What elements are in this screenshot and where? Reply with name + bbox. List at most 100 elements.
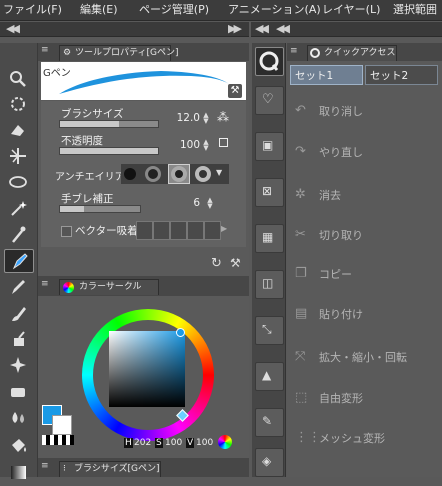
qa-label: 取り消し (319, 105, 363, 118)
grip-icon[interactable]: ≡ (41, 45, 49, 55)
menu-edit[interactable]: 編集(E) (80, 0, 118, 20)
panel-button[interactable]: ◈ (255, 448, 284, 477)
snap-option-icon[interactable] (136, 221, 153, 240)
magic-wand-tool[interactable] (4, 197, 32, 219)
panel-button[interactable]: ♡ (255, 86, 284, 115)
qa-mesh-transform[interactable]: ⋮⋮ メッシュ変形 (289, 427, 442, 449)
gradient-icon (11, 466, 26, 479)
menu-page[interactable]: ページ管理(P) (139, 0, 209, 20)
panel-button[interactable]: ⊠ (255, 178, 284, 207)
sv-cursor[interactable] (176, 328, 185, 337)
menu-layer[interactable]: レイヤー(L) (322, 0, 380, 20)
opacity-fill (60, 148, 158, 154)
spin-icon[interactable]: ▲ ▼ (202, 112, 210, 125)
copy-icon: ❐ (295, 266, 307, 281)
tab-tool-property[interactable]: ⚙ ツールプロパティ[Gペン] (59, 45, 178, 61)
select-tool[interactable] (4, 145, 32, 167)
cube-folder-icon: ◈ (262, 454, 272, 468)
stabilization-value[interactable]: 6 (166, 197, 200, 209)
square-icon[interactable] (219, 138, 228, 147)
wrench-icon[interactable]: ⚒ (230, 256, 241, 270)
set-1-button[interactable]: セット1 (290, 65, 363, 85)
tab-quick-access[interactable]: クイックアクセス (307, 45, 397, 61)
size-link-icon[interactable]: ⁂ (217, 110, 229, 124)
quick-access-button[interactable] (255, 47, 284, 76)
pencil-tool[interactable] (4, 276, 32, 298)
panel-button[interactable]: ▦ (255, 224, 284, 253)
tab-brush-size[interactable]: ⁝ ブラシサイズ[Gペン] (59, 461, 161, 477)
qa-redo[interactable]: ↷ やり直し (289, 141, 442, 163)
panel-button[interactable]: ⤡ (255, 316, 284, 345)
redo-icon: ↷ (295, 144, 306, 159)
stabilization-slider[interactable] (59, 205, 141, 213)
gradient-tool[interactable] (4, 461, 32, 483)
opacity-slider[interactable] (59, 147, 159, 155)
snap-option-icon[interactable] (170, 221, 187, 240)
panel-button[interactable]: ▣ (255, 132, 284, 161)
eraser-tool[interactable] (4, 380, 32, 402)
wrench-icon[interactable]: ⚒ (228, 84, 242, 98)
grip-icon[interactable]: ≡ (41, 461, 49, 471)
collapse-left-icon[interactable]: ◀◀ (276, 22, 290, 36)
eyedropper-tool[interactable] (4, 223, 32, 245)
scissors-icon: ✂ (295, 227, 306, 242)
qa-cut[interactable]: ✂ 切り取り (289, 224, 442, 246)
antialias-mid-icon[interactable] (168, 164, 190, 184)
qa-label: 拡大・縮小・回転 (319, 351, 407, 364)
menu-selection[interactable]: 選択範囲 (393, 0, 437, 20)
decoration-tool[interactable] (4, 354, 32, 376)
brush-tool[interactable] (4, 302, 32, 324)
fill-tool[interactable] (4, 435, 32, 457)
antialias-strong-icon[interactable] (195, 166, 211, 182)
sub-color-swatch[interactable] (52, 415, 72, 435)
snap-option-icon[interactable] (153, 221, 170, 240)
brush-size-fill (60, 121, 119, 127)
vector-snap-checkbox[interactable] (61, 226, 72, 237)
move-tool[interactable] (4, 119, 32, 141)
tab-color-circle[interactable]: カラーサークル (59, 279, 159, 295)
snap-option-icon[interactable] (204, 221, 221, 240)
menu-file[interactable]: ファイル(F) (3, 0, 62, 20)
layer-folder-icon: ◫ (262, 276, 274, 290)
opacity-value[interactable]: 100 (166, 139, 200, 151)
chevron-right-icon[interactable]: ▶ (221, 224, 227, 233)
spin-icon[interactable]: ▲ ▼ (206, 197, 214, 210)
spin-icon[interactable]: ▲ ▼ (202, 139, 210, 152)
panel-button[interactable]: ◫ (255, 270, 284, 299)
grip-icon[interactable]: ≡ (290, 46, 298, 56)
chevron-down-icon[interactable]: ▼ (216, 168, 222, 177)
transparent-color-swatch[interactable] (42, 435, 74, 445)
color-mode-icon[interactable] (218, 435, 232, 449)
zoom-tool[interactable] (4, 67, 32, 89)
collapse-right-icon[interactable]: ▶▶ (228, 22, 242, 36)
lasso-select-tool[interactable] (4, 171, 32, 193)
qa-clear[interactable]: ✲ 消去 (289, 184, 442, 206)
airbrush-tool[interactable] (4, 328, 32, 350)
grip-icon[interactable]: ≡ (41, 279, 49, 289)
collapse-left-icon[interactable]: ◀◀ (255, 22, 269, 36)
qa-undo[interactable]: ↶ 取り消し (289, 100, 442, 122)
antialias-none-icon[interactable] (124, 168, 136, 180)
saturation-value: 100 (165, 438, 183, 448)
qa-scale-rotate[interactable]: ⤧ 拡大・縮小・回転 (289, 346, 442, 368)
quick-access-tabbar: ≡ クイックアクセス (287, 43, 442, 61)
operation-tool[interactable] (4, 93, 32, 115)
brush-size-value[interactable]: 12.0 (166, 112, 200, 124)
transform-folder-icon: ⤡ (262, 322, 272, 336)
pen-tool[interactable] (4, 249, 34, 273)
saturation-value-square[interactable] (109, 331, 185, 407)
brush-size-slider[interactable] (59, 120, 159, 128)
qa-paste[interactable]: ▤ 貼り付け (289, 303, 442, 325)
snap-option-icon[interactable] (187, 221, 204, 240)
collapse-left-icon[interactable]: ◀◀ (6, 22, 20, 36)
panel-button[interactable]: ▲ (255, 362, 284, 391)
qa-copy[interactable]: ❐ コピー (289, 263, 442, 285)
panel-button[interactable]: ✎ (255, 408, 284, 437)
qa-free-transform[interactable]: ⬚ 自由変形 (289, 387, 442, 409)
blend-tool[interactable] (4, 406, 32, 428)
refresh-icon[interactable]: ↻ (211, 256, 222, 271)
set-2-button[interactable]: セット2 (365, 65, 438, 85)
quick-access-icon (310, 48, 320, 58)
antialias-weak-icon[interactable] (145, 166, 161, 182)
menu-animation[interactable]: アニメーション(A) (228, 0, 321, 20)
